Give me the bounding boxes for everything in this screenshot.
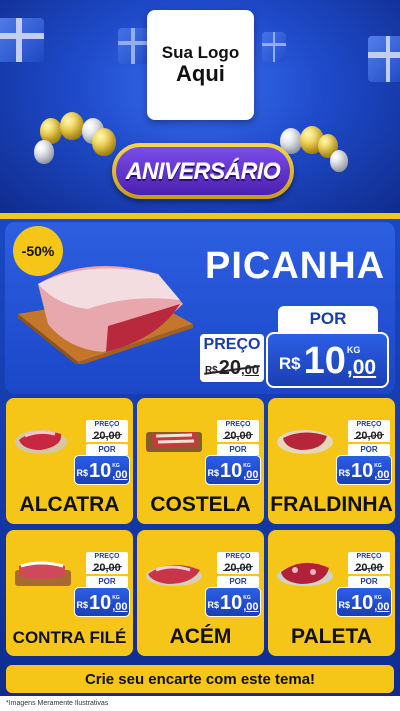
product-name: CONTRA FILÉ — [12, 628, 127, 647]
new-price: R$ 10 KG ,00 — [205, 455, 261, 485]
price-tag: PREÇO20,00 PORR$10KG,00 — [268, 530, 395, 622]
anniversary-badge: ANIVERSÁRIO — [112, 143, 294, 199]
old-price: 20,00 — [217, 562, 259, 574]
logo-placeholder: Sua Logo Aqui — [147, 10, 254, 120]
divider-bar — [0, 213, 400, 219]
balloon-icon — [92, 128, 116, 156]
preco-label: PREÇO — [86, 552, 128, 562]
featured-product-name: PICANHA — [205, 245, 386, 287]
new-price: R$ 10 KG ,00 — [74, 587, 130, 617]
unit-label: KG — [346, 345, 361, 355]
balloon-icon — [34, 140, 54, 164]
discount-badge: -50% — [13, 226, 63, 276]
meat-image — [15, 561, 71, 586]
old-price: 20,00 — [348, 430, 390, 442]
product-name: ACÉM — [169, 625, 232, 648]
featured-preco-label: PREÇO — [200, 334, 264, 356]
old-price: 20,00 — [86, 430, 128, 442]
product-name: FRALDINHA — [270, 493, 393, 516]
por-label: POR — [86, 576, 128, 587]
old-price: 20,00 — [348, 562, 390, 574]
logo-line-1: Sua Logo — [161, 42, 240, 62]
por-label: POR — [348, 444, 390, 455]
product-name: ALCATRA — [19, 493, 120, 516]
product-card: PREÇO20,00 PORR$10KG,00 COSTELA — [137, 398, 264, 524]
price-tag: PREÇO20,00 PORR$10KG,00 — [6, 398, 133, 490]
preco-label: PREÇO — [348, 420, 390, 430]
price-tag: PREÇO20,00 PORR$10KG,00 — [6, 530, 133, 622]
por-label: POR — [217, 444, 259, 455]
old-price: 20,00 — [217, 430, 259, 442]
featured-old-price: R$ 20 ,00 — [200, 356, 264, 382]
meat-image — [146, 564, 202, 586]
preco-label: PREÇO — [217, 552, 259, 562]
meat-image — [277, 430, 333, 454]
product-name: PALETA — [291, 625, 372, 648]
gift-box-icon — [262, 32, 286, 62]
anniversary-title: ANIVERSÁRIO — [125, 157, 281, 184]
preco-label: PREÇO — [86, 420, 128, 430]
new-price: R$ 10 KG ,00 — [205, 587, 261, 617]
product-name: COSTELA — [150, 493, 251, 516]
price-tag: PREÇO20,00 PORR$10KG,00 — [137, 398, 264, 490]
product-card: PREÇO20,00 PORR$10KG,00 PALETA — [268, 530, 395, 656]
price-tag: PREÇO20,00 PORR$10KG,00 — [137, 530, 264, 622]
new-price: R$ 10 KG ,00 — [336, 587, 392, 617]
flyer-page: Sua Logo Aqui ANIVERSÁRIO -50% PICANHA P… — [0, 0, 400, 711]
disclaimer-text: *Imagens Meramente Ilustrativas — [0, 696, 400, 711]
old-price: 20,00 — [86, 562, 128, 574]
gift-box-icon — [118, 28, 148, 64]
logo-line-2: Aqui — [176, 61, 225, 87]
por-label: POR — [86, 444, 128, 455]
meat-image — [15, 430, 67, 454]
new-price: R$ 10 KG ,00 — [74, 455, 130, 485]
gift-box-icon — [0, 18, 44, 62]
balloon-icon — [330, 150, 348, 172]
new-price: R$ 10 KG ,00 — [336, 455, 392, 485]
product-card: PREÇO20,00 PORR$10KG,00 FRALDINHA — [268, 398, 395, 524]
header-banner: Sua Logo Aqui ANIVERSÁRIO — [0, 0, 400, 218]
preco-label: PREÇO — [348, 552, 390, 562]
featured-por-label: POR — [278, 306, 378, 332]
meat-image — [146, 432, 202, 452]
gift-box-icon — [368, 36, 400, 82]
product-card: PREÇO20,00 PORR$10KG,00 CONTRA FILÉ — [6, 530, 133, 656]
preco-label: PREÇO — [217, 420, 259, 430]
product-card: PREÇO20,00 PORR$10KG,00 ACÉM — [137, 530, 264, 656]
por-label: POR — [217, 576, 259, 587]
balloon-icon — [60, 112, 84, 140]
cta-banner: Crie seu encarte com este tema! — [6, 665, 394, 693]
meat-image — [277, 562, 333, 586]
por-label: POR — [348, 576, 390, 587]
product-card: PREÇO20,00 PORR$10KG,00 ALCATRA — [6, 398, 133, 524]
featured-new-price: R$ 10 KG ,00 — [266, 332, 389, 388]
price-tag: PREÇO20,00 PORR$10KG,00 — [268, 398, 395, 490]
